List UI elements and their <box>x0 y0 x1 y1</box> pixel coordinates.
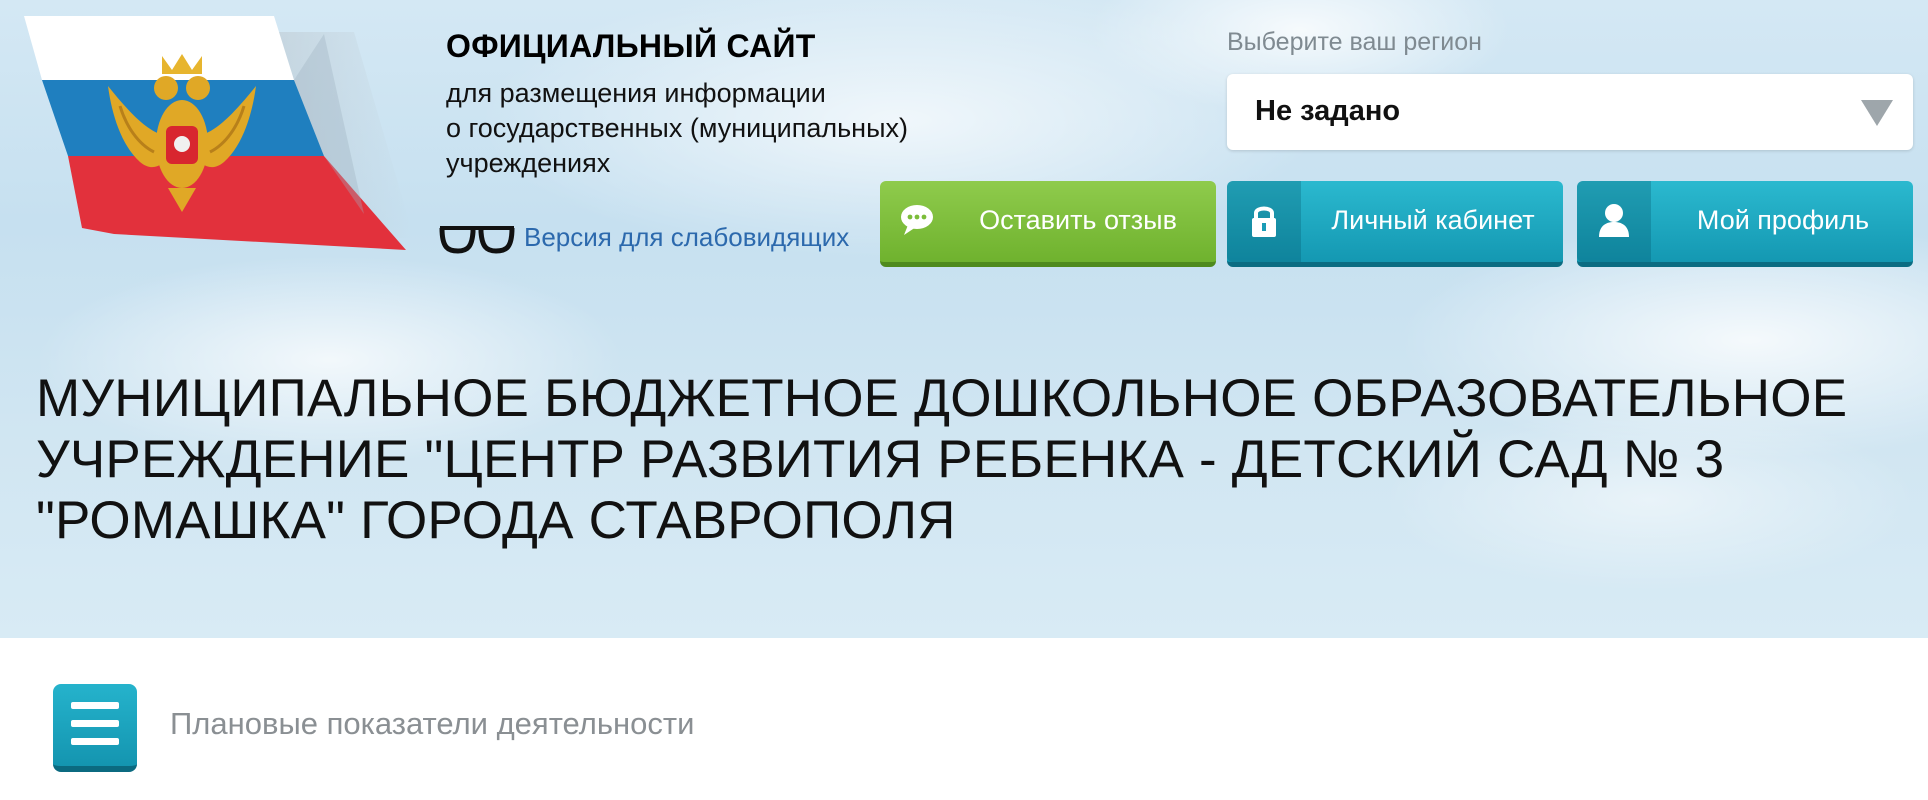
my-profile-button[interactable]: Мой профиль <box>1577 181 1913 267</box>
hamburger-menu-icon <box>71 720 119 727</box>
profile-icon-wrap <box>1577 181 1651 262</box>
user-icon <box>1599 204 1629 237</box>
organization-title: МУНИЦИПАЛЬНОЕ БЮДЖЕТНОЕ ДОШКОЛЬНОЕ ОБРАЗ… <box>36 369 1848 550</box>
glasses-icon[interactable] <box>438 224 516 254</box>
personal-cabinet-button[interactable]: Личный кабинет <box>1227 181 1563 267</box>
coat-of-arms-flag-icon <box>24 16 414 250</box>
lock-icon <box>1252 206 1276 237</box>
feedback-button[interactable]: Оставить отзыв <box>880 181 1216 267</box>
feedback-icon-wrap <box>880 181 954 262</box>
cabinet-icon-wrap <box>1227 181 1301 262</box>
speech-bubble-icon <box>901 205 933 235</box>
site-subtitle: для размещения информации о государствен… <box>446 76 1006 181</box>
low-vision-link[interactable]: Версия для слабовидящих <box>524 222 849 253</box>
site-subtitle-line: о государственных (муниципальных) <box>446 113 908 143</box>
hamburger-menu-icon <box>71 702 119 709</box>
my-profile-label: Мой профиль <box>1696 205 1870 235</box>
feedback-button-label: Оставить отзыв <box>979 205 1177 235</box>
section-breadcrumb: Плановые показатели деятельности <box>170 706 695 741</box>
triangle-down-icon <box>1861 100 1893 126</box>
hamburger-menu-button[interactable] <box>53 684 137 772</box>
region-select[interactable]: Не задано <box>1227 74 1913 150</box>
personal-cabinet-label: Личный кабинет <box>1331 205 1535 235</box>
site-subtitle-line: учреждениях <box>446 148 611 178</box>
site-header: ОФИЦИАЛЬНЫЙ САЙТ для размещения информац… <box>0 0 1928 638</box>
region-selected-value: Не задано <box>1255 95 1401 127</box>
site-subtitle-line: для размещения информации <box>446 78 826 108</box>
region-label: Выберите ваш регион <box>1227 28 1482 56</box>
hamburger-menu-icon <box>71 738 119 745</box>
site-title: ОФИЦИАЛЬНЫЙ САЙТ <box>446 28 816 64</box>
